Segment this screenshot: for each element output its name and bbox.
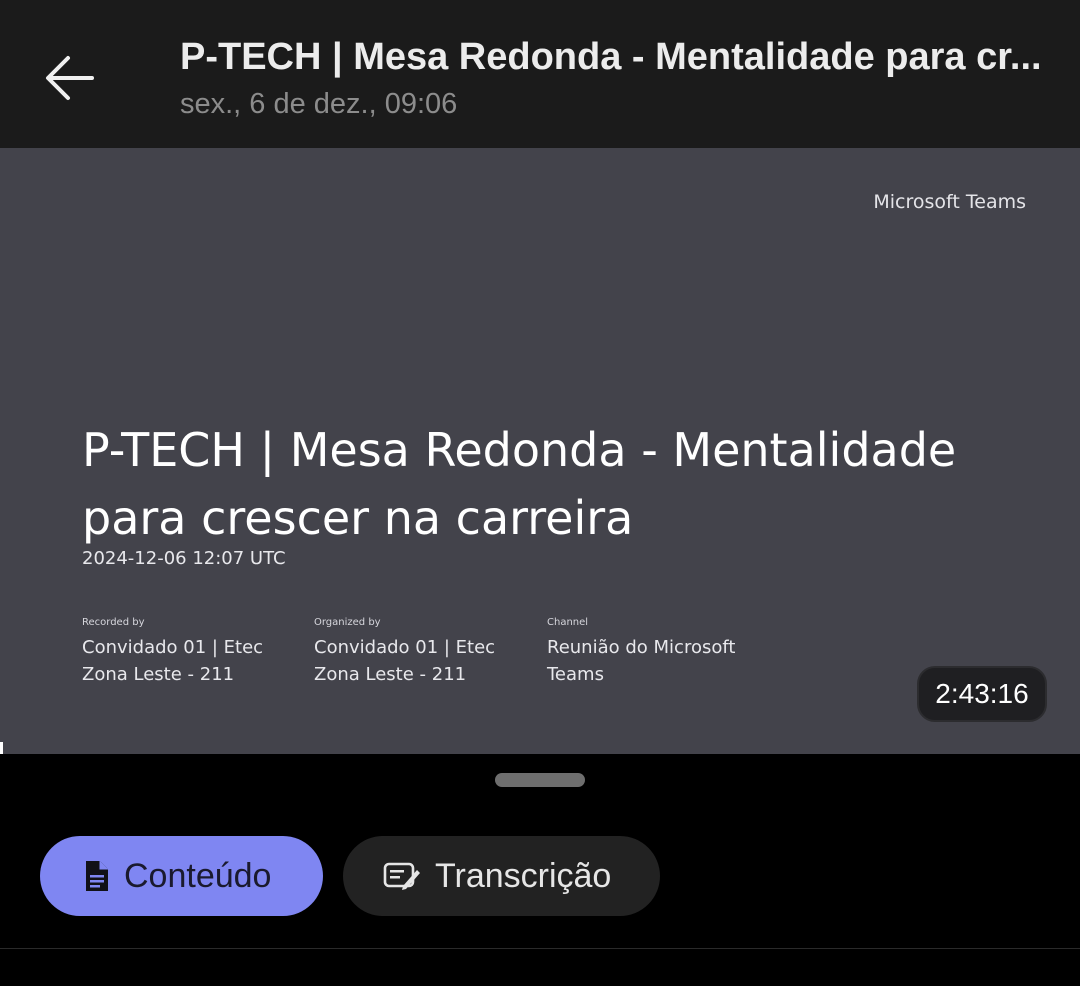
organized-by-label: Organized by bbox=[314, 617, 381, 628]
bottom-sheet-drag-handle[interactable] bbox=[495, 773, 585, 787]
recorded-by-label: Recorded by bbox=[82, 617, 145, 628]
video-meeting-title: P-TECH | Mesa Redonda - Mentalidade para… bbox=[82, 423, 957, 545]
tab-transcript[interactable]: Transcrição bbox=[343, 836, 660, 916]
recorded-by-value: Convidado 01 | Etec Zona Leste - 211 bbox=[82, 637, 264, 685]
arrow-left-icon bbox=[46, 56, 94, 100]
teams-brand-label: Microsoft Teams bbox=[873, 191, 1026, 213]
tab-transcript-label: Transcrição bbox=[435, 856, 612, 895]
transcript-edit-icon bbox=[383, 860, 421, 892]
recording-title: P-TECH | Mesa Redonda - Mentalidade para… bbox=[180, 36, 1042, 78]
channel-label: Channel bbox=[547, 617, 589, 628]
organized-by-value: Convidado 01 | Etec Zona Leste - 211 bbox=[314, 637, 496, 685]
video-meeting-date: 2024-12-06 12:07 UTC bbox=[82, 548, 286, 569]
channel-value: Reunião do Microsoft Teams bbox=[547, 637, 736, 685]
channel-block: Channel Reunião do Microsoft Teams bbox=[547, 617, 767, 688]
duration-badge: 2:43:16 bbox=[917, 666, 1047, 722]
document-icon bbox=[84, 859, 110, 893]
organized-by-block: Organized by Convidado 01 | Etec Zona Le… bbox=[314, 617, 534, 688]
playback-progress-indicator bbox=[0, 742, 3, 754]
video-player[interactable]: Microsoft Teams P-TECH | Mesa Redonda - … bbox=[0, 148, 1080, 754]
recording-date: sex., 6 de dez., 09:06 bbox=[180, 88, 458, 120]
back-button[interactable] bbox=[30, 38, 110, 118]
top-bar: P-TECH | Mesa Redonda - Mentalidade para… bbox=[0, 0, 1080, 148]
recorded-by-block: Recorded by Convidado 01 | Etec Zona Les… bbox=[82, 617, 302, 688]
tab-content-label: Conteúdo bbox=[124, 856, 272, 895]
bottom-divider bbox=[0, 948, 1080, 949]
tab-content[interactable]: Conteúdo bbox=[40, 836, 323, 916]
